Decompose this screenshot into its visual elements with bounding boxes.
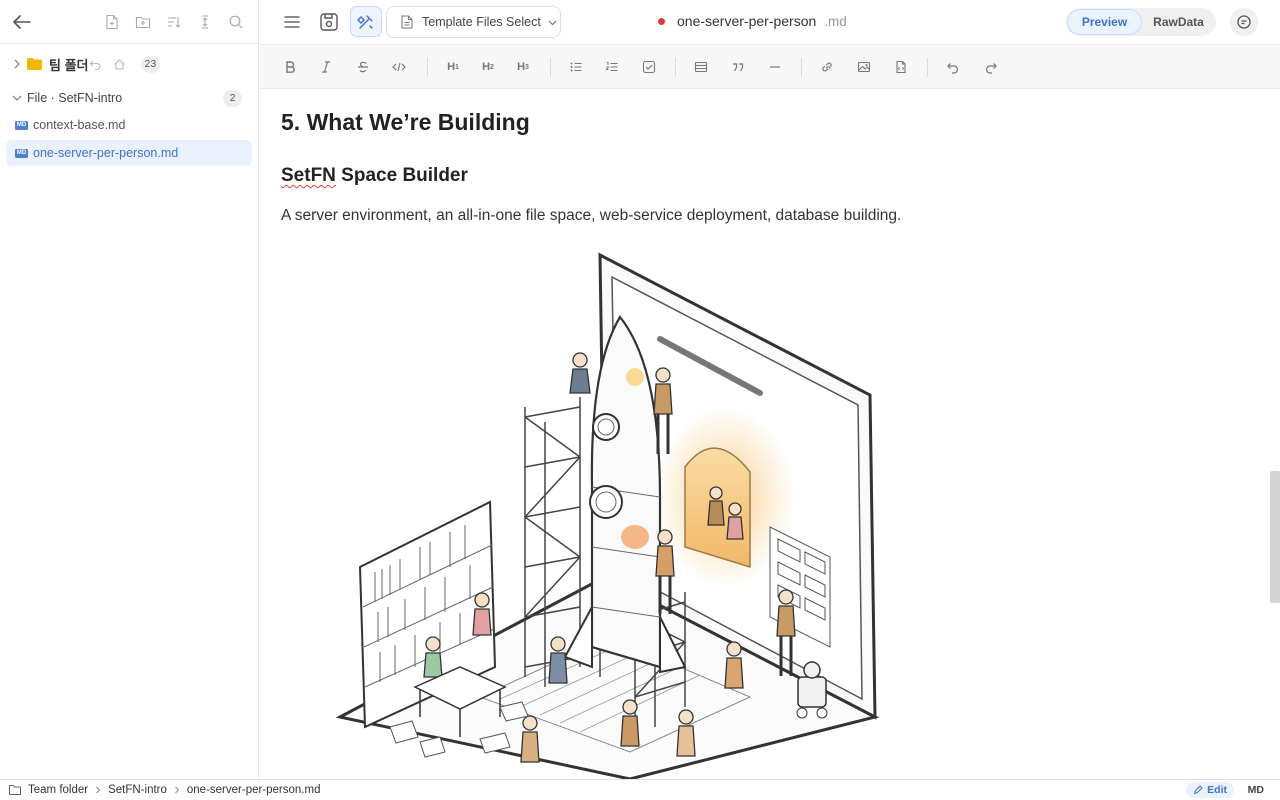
undo-icon[interactable] [944,58,962,76]
team-folder-label: 팀 폴더 [49,57,89,73]
file-embed-icon[interactable] [892,58,910,76]
save-icon[interactable] [318,11,340,33]
md-file-icon: MD [15,148,28,158]
breadcrumb-team-folder[interactable]: Team folder [28,784,88,796]
file-group-row[interactable]: File · SetFN-intro 2 [0,88,258,108]
template-select-label: Template Files Select [422,15,541,29]
status-bar: Team folder SetFN-intro one-server-per-p… [0,779,1280,800]
rocket-laptop-illustration [335,252,880,779]
preview-content: 5. What We’re Building SetFN Space Build… [260,89,1280,779]
image-icon[interactable] [855,58,873,76]
tools-toggle-button[interactable] [350,6,382,37]
table-icon[interactable] [692,58,710,76]
file-group-count: 2 [223,89,242,107]
new-folder-icon[interactable] [133,12,153,32]
heading-1-button[interactable]: H1 [444,58,462,76]
team-folder-count: 23 [140,55,161,73]
numbered-list-icon[interactable] [603,58,621,76]
document-name: one-server-per-person [677,13,817,29]
chevron-right-icon [175,786,180,794]
bold-icon[interactable] [281,58,299,76]
sidebar-item-label: one-server-per-person.md [33,146,179,160]
folder-icon [27,58,42,70]
code-icon[interactable] [390,58,408,76]
italic-icon[interactable] [317,58,335,76]
search-icon[interactable] [226,12,246,32]
sidebar-item-context-base[interactable]: MD context-base.md [6,112,252,138]
sidebar-toolbar [0,0,258,44]
bullet-list-icon[interactable] [567,58,585,76]
subsection-heading: SetFN Space Builder [281,165,468,187]
document-extension: .md [824,13,847,29]
chevron-down-icon[interactable] [11,92,23,104]
new-file-icon[interactable] [102,12,122,32]
chevron-down-icon [548,20,557,25]
home-icon[interactable] [113,57,127,71]
chat-icon [1237,15,1251,29]
sidebar-item-one-server-per-person[interactable]: MD one-server-per-person.md [6,140,252,166]
sort-icon[interactable] [164,12,184,32]
sidebar: 팀 폴더 23 File · SetFN-intro 2 MD context-… [0,0,259,779]
breadcrumb-setfn-intro[interactable]: SetFN-intro [108,784,167,796]
editor-header: Template Files Select one-server-per-per… [260,0,1280,44]
document-icon [401,15,413,29]
file-group-label: File · SetFN-intro [27,91,123,105]
checklist-icon[interactable] [640,58,658,76]
chevron-right-icon[interactable] [11,58,23,70]
document-title: one-server-per-person .md [658,13,847,29]
pencil-icon [1193,785,1203,795]
back-arrow-icon[interactable] [10,10,34,34]
preview-tab[interactable]: Preview [1067,9,1142,35]
menu-icon[interactable] [282,12,302,32]
section-heading: 5. What We’re Building [281,109,530,135]
strikethrough-icon[interactable] [354,58,372,76]
subsection-heading-rest: Space Builder [335,165,468,186]
edit-mode-label: Edit [1207,784,1227,796]
misspelled-word: SetFN [281,165,336,186]
template-files-select[interactable]: Template Files Select [386,6,561,38]
breadcrumb-file[interactable]: one-server-per-person.md [187,784,321,796]
md-file-icon: MD [15,120,28,130]
tools-icon [357,14,373,29]
view-mode-toggle: Preview RawData [1066,8,1216,36]
redo-icon[interactable] [982,58,1000,76]
undo-icon[interactable] [89,57,103,71]
collapse-icon[interactable] [195,12,215,32]
team-folder-row[interactable]: 팀 폴더 23 [0,53,258,75]
format-label: MD [1247,784,1264,796]
paragraph: A server environment, an all-in-one file… [281,207,902,224]
chat-button[interactable] [1230,8,1258,36]
folder-outline-icon [9,785,21,795]
chevron-right-icon [96,786,101,794]
link-icon[interactable] [818,58,836,76]
scrollbar[interactable] [1270,471,1280,603]
format-toolbar: H1 H2 H3 [260,44,1280,89]
unsaved-indicator [658,17,665,25]
rawdata-tab[interactable]: RawData [1142,9,1215,35]
heading-2-button[interactable]: H2 [479,58,497,76]
edit-mode-badge[interactable]: Edit [1186,782,1234,798]
sidebar-item-label: context-base.md [33,118,126,132]
horizontal-rule-icon[interactable] [766,58,784,76]
heading-3-button[interactable]: H3 [514,58,532,76]
quote-icon[interactable] [729,58,747,76]
